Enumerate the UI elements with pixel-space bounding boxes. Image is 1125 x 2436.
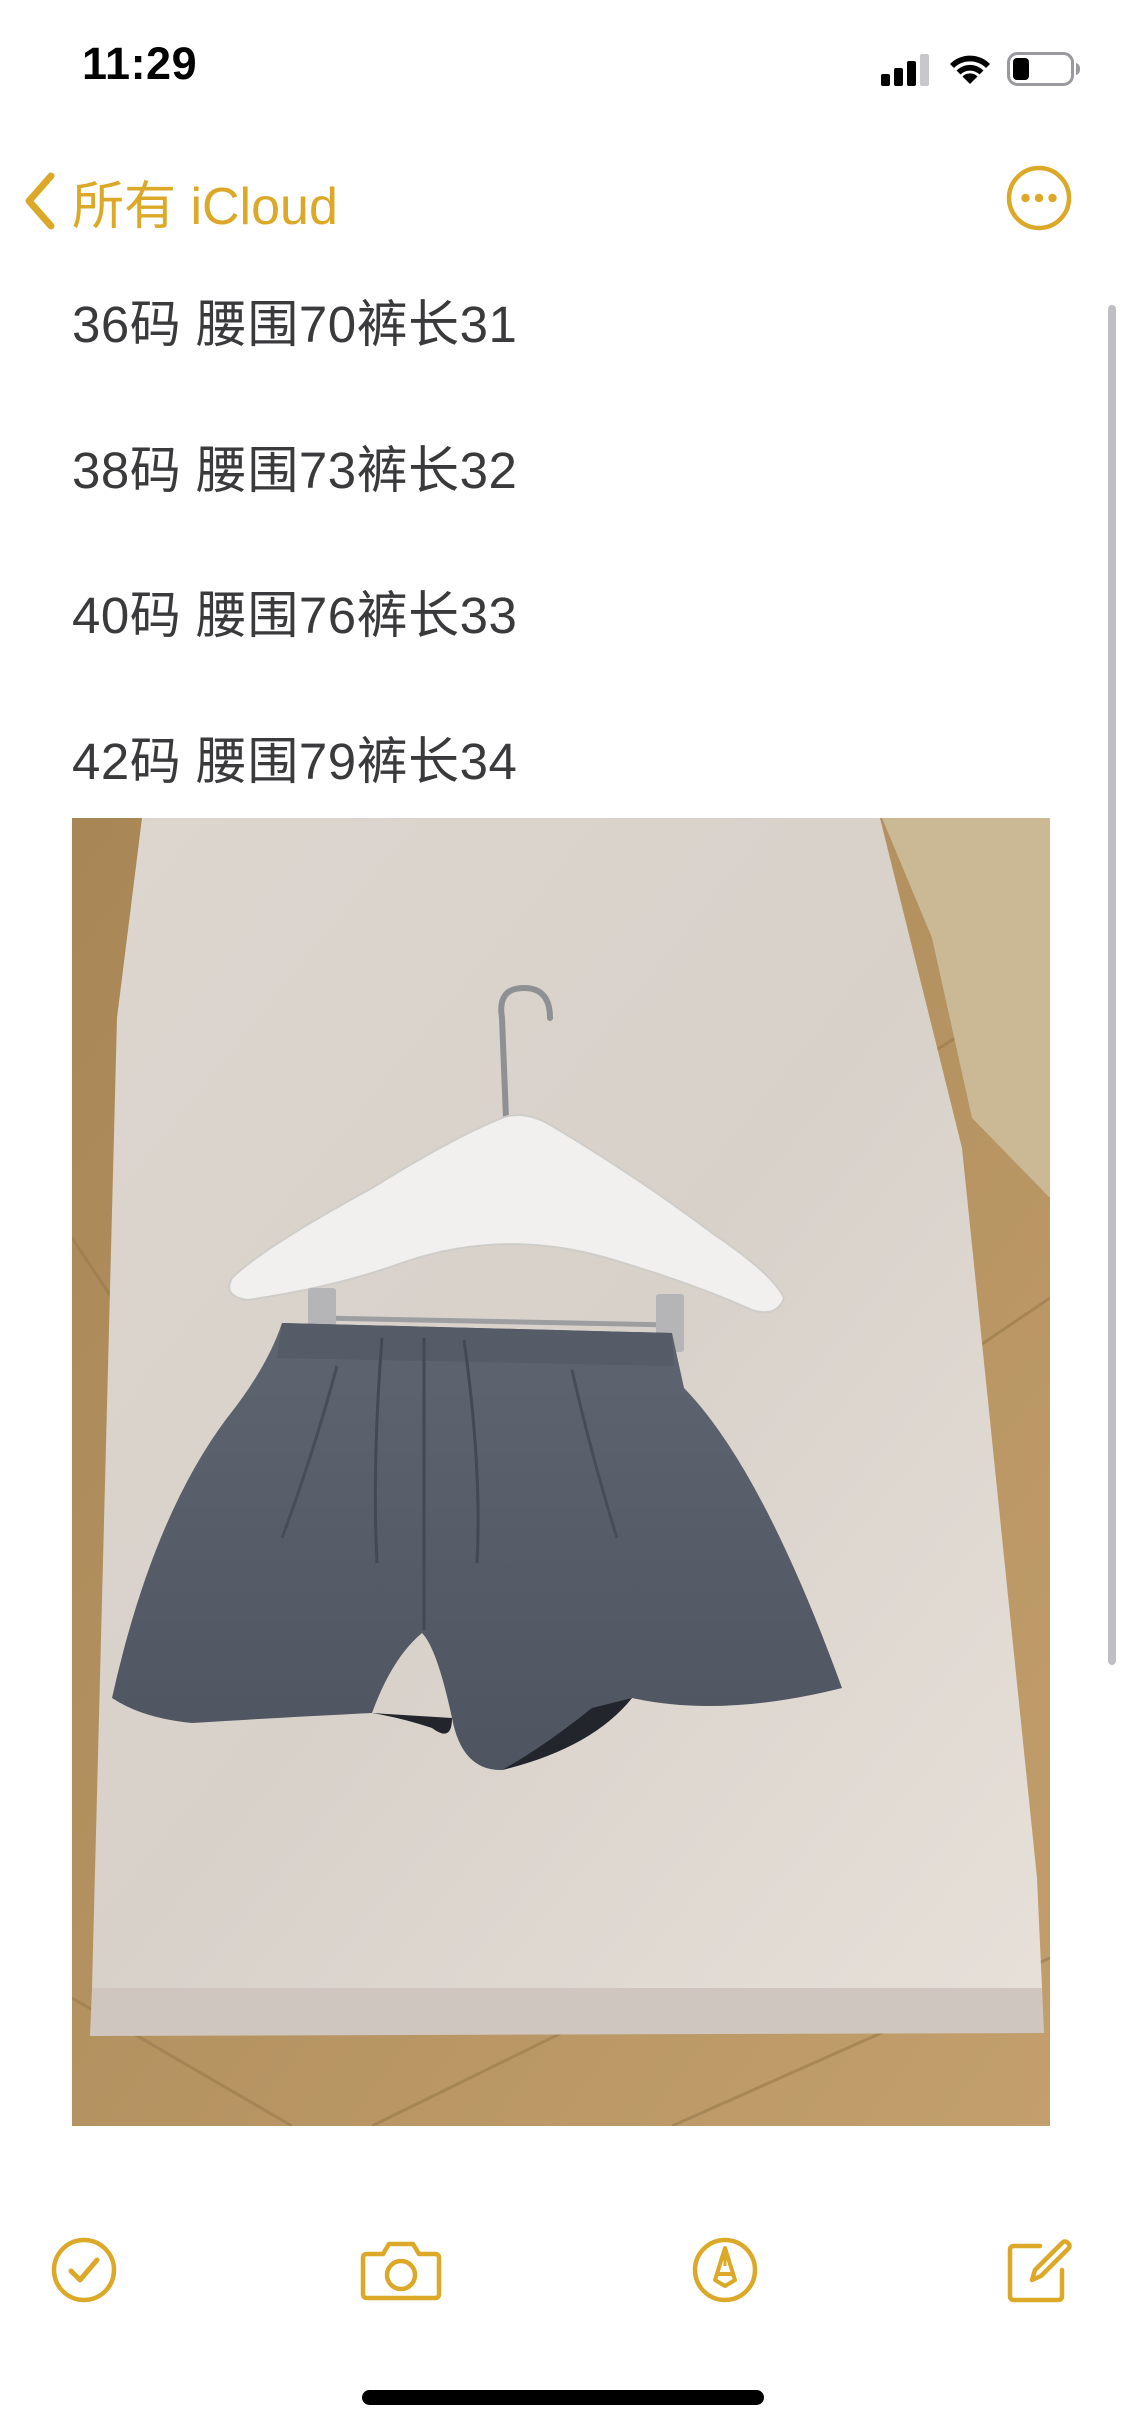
note-line[interactable]: 38码 腰围73裤长32 xyxy=(72,429,517,503)
status-icons xyxy=(881,46,1081,92)
camera-icon xyxy=(360,2241,442,2301)
compose-button[interactable] xyxy=(988,2220,1088,2320)
status-time: 11:29 xyxy=(82,38,198,89)
note-line[interactable]: 40码 腰围76裤长33 xyxy=(72,574,517,648)
photo-attachment[interactable] xyxy=(72,818,1050,2126)
status-bar: 11:29 xyxy=(0,0,1125,132)
chevron-left-icon xyxy=(25,172,55,230)
markup-pen-icon xyxy=(692,2237,758,2303)
shorts-photo xyxy=(72,818,1050,2126)
compose-icon xyxy=(1007,2239,1072,2303)
back-label: 所有 iCloud xyxy=(72,177,338,236)
battery-icon xyxy=(1007,52,1080,86)
back-button[interactable]: 所有 iCloud xyxy=(22,166,338,236)
note-line[interactable]: 42码 腰围79裤长34 xyxy=(72,720,517,794)
bottom-toolbar xyxy=(0,2220,1125,2320)
markup-button[interactable] xyxy=(675,2220,775,2320)
wifi-icon xyxy=(950,55,990,84)
checklist-button[interactable] xyxy=(34,2220,134,2320)
checklist-icon xyxy=(51,2237,117,2303)
camera-button[interactable] xyxy=(351,2220,451,2320)
scroll-indicator[interactable] xyxy=(1108,305,1116,1665)
notes-screen: 11:29 所有 iCloud 36码 腰围70裤长31 38码 腰围73裤长3… xyxy=(0,0,1125,2436)
more-button[interactable] xyxy=(1005,164,1073,232)
cellular-signal-icon xyxy=(881,54,929,86)
note-line[interactable]: 36码 腰围70裤长31 xyxy=(72,283,517,357)
ellipsis-circle-icon xyxy=(1006,165,1072,231)
nav-bar: 所有 iCloud xyxy=(0,150,1125,250)
home-indicator[interactable] xyxy=(362,2390,764,2405)
